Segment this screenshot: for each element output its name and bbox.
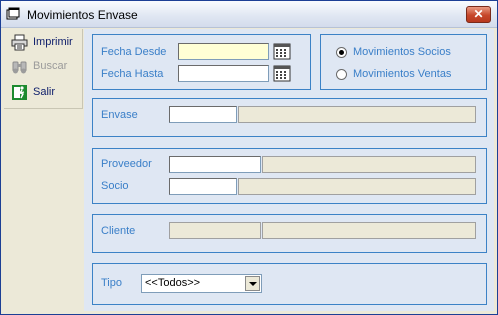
side-toolbar: Imprimir Buscar Salir — [4, 29, 83, 109]
tipo-selected-value: <<Todos>> — [145, 277, 201, 289]
socio-label: Socio — [101, 180, 129, 192]
app-icon — [6, 7, 20, 20]
cliente-label: Cliente — [101, 225, 136, 237]
socio-description-field — [238, 178, 476, 195]
window: Movimientos Envase ✕ Imprimir Buscar Sal… — [0, 0, 498, 315]
printer-icon — [11, 34, 28, 51]
date-to-field[interactable] — [178, 65, 269, 82]
search-label: Buscar — [33, 60, 68, 72]
socio-code-field[interactable] — [169, 178, 237, 195]
proveedor-socio-group: Proveedor Socio — [92, 148, 487, 204]
search-button[interactable]: Buscar — [6, 55, 82, 79]
radio-ventas-label: Movimientos Ventas — [353, 68, 452, 80]
exit-label: Salir — [33, 86, 56, 98]
close-button[interactable]: ✕ — [466, 6, 491, 23]
tipo-label: Tipo — [101, 277, 122, 289]
proveedor-description-field — [262, 156, 476, 173]
proveedor-label: Proveedor — [101, 158, 152, 170]
date-to-label: Fecha Hasta — [101, 68, 164, 80]
envase-group: Envase — [92, 98, 487, 137]
client-area: Imprimir Buscar Salir Fecha Desde Fecha … — [4, 29, 494, 311]
exit-icon — [12, 85, 27, 100]
chevron-down-icon[interactable] — [245, 276, 260, 291]
envase-description-field — [238, 106, 476, 123]
envase-label: Envase — [101, 109, 138, 121]
radio-socios-label: Movimientos Socios — [353, 46, 451, 58]
cliente-code-field[interactable] — [169, 222, 261, 239]
close-icon: ✕ — [473, 7, 484, 21]
date-from-field[interactable] — [178, 43, 269, 60]
envase-code-field[interactable] — [169, 106, 237, 123]
proveedor-code-field[interactable] — [169, 156, 261, 173]
radio-movimientos-socios[interactable] — [336, 47, 347, 58]
tipo-select[interactable]: <<Todos>> — [141, 274, 262, 293]
filter-panel: Fecha Desde Fecha Hasta Movimientos Soci… — [84, 29, 494, 311]
window-title: Movimientos Envase — [27, 8, 138, 22]
binoculars-icon — [12, 61, 27, 74]
calendar-icon[interactable] — [273, 43, 291, 60]
cliente-group: Cliente — [92, 214, 487, 253]
date-range-group: Fecha Desde Fecha Hasta — [92, 34, 311, 90]
exit-button[interactable]: Salir — [6, 81, 82, 105]
tipo-group: Tipo <<Todos>> — [92, 263, 487, 305]
cliente-description-field — [262, 222, 476, 239]
print-button[interactable]: Imprimir — [6, 31, 82, 55]
calendar-icon[interactable] — [273, 65, 291, 82]
print-label: Imprimir — [33, 36, 73, 48]
radio-movimientos-ventas[interactable] — [336, 69, 347, 80]
title-bar[interactable]: Movimientos Envase ✕ — [1, 1, 497, 28]
date-from-label: Fecha Desde — [101, 46, 167, 58]
movement-type-group: Movimientos Socios Movimientos Ventas — [320, 34, 487, 90]
